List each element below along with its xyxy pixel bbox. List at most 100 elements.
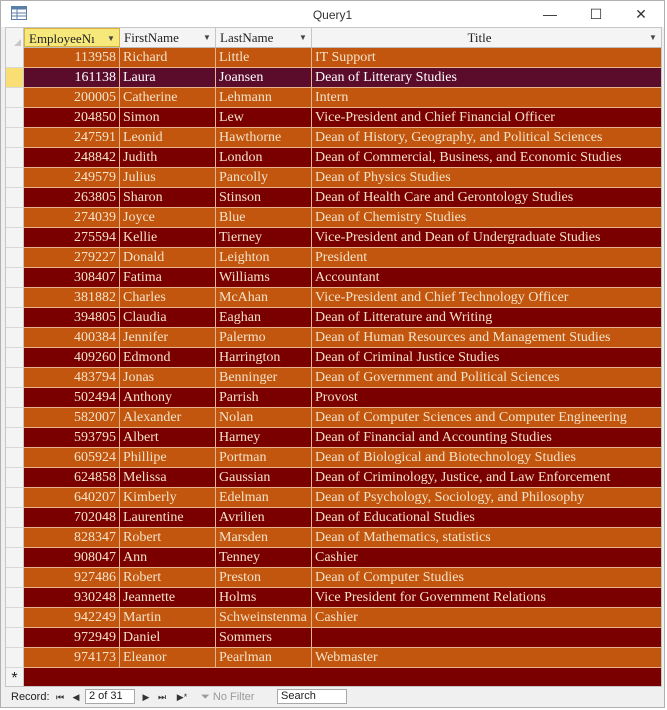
- dropdown-arrow-icon[interactable]: ▼: [298, 28, 308, 47]
- filter-toggle[interactable]: ⏷ No Filter: [201, 691, 254, 704]
- table-row[interactable]: 247591 Leonid Hawthorne Dean of History, Ge…: [6, 128, 661, 148]
- first-name-cell[interactable]: Simon: [120, 108, 216, 128]
- last-name-cell[interactable]: Joansen: [216, 68, 312, 88]
- last-name-cell[interactable]: Williams: [216, 268, 312, 288]
- table-row[interactable]: 640207 Kimberly Edelman Dean of Psychology,…: [6, 488, 661, 508]
- table-row[interactable]: 200005 Catherine Lehmann Intern: [6, 88, 661, 108]
- last-name-cell[interactable]: Portman: [216, 448, 312, 468]
- first-name-cell[interactable]: Fatima: [120, 268, 216, 288]
- row-selector[interactable]: [6, 228, 24, 248]
- first-name-cell[interactable]: Edmond: [120, 348, 216, 368]
- row-selector[interactable]: [6, 508, 24, 528]
- employee-number-cell[interactable]: 702048: [24, 508, 120, 528]
- employee-number-cell[interactable]: 942249: [24, 608, 120, 628]
- table-row[interactable]: 248842 Judith London Dean of Commercial, Bu…: [6, 148, 661, 168]
- employee-number-cell[interactable]: 502494: [24, 388, 120, 408]
- title-cell[interactable]: Cashier: [312, 548, 661, 568]
- first-name-cell[interactable]: Leonid: [120, 128, 216, 148]
- row-selector[interactable]: [6, 208, 24, 228]
- title-cell[interactable]: Webmaster: [312, 648, 661, 668]
- first-name-cell[interactable]: Kimberly: [120, 488, 216, 508]
- first-name-cell[interactable]: Jennifer: [120, 328, 216, 348]
- new-record-icon[interactable]: ▶*: [171, 690, 193, 704]
- row-selector[interactable]: [6, 428, 24, 448]
- row-selector[interactable]: [6, 148, 24, 168]
- maximize-button[interactable]: ☐: [573, 1, 619, 27]
- table-row[interactable]: 930248 Jeannette Holms Vice President for G…: [6, 588, 661, 608]
- title-cell[interactable]: Cashier: [312, 608, 661, 628]
- first-name-cell[interactable]: Catherine: [120, 88, 216, 108]
- employee-number-cell[interactable]: 908047: [24, 548, 120, 568]
- previous-record-icon[interactable]: ◀: [69, 690, 83, 704]
- row-selector[interactable]: [6, 88, 24, 108]
- select-all-corner[interactable]: [6, 28, 24, 48]
- last-name-cell[interactable]: Leighton: [216, 248, 312, 268]
- title-cell[interactable]: Dean of Mathematics, statistics: [312, 528, 661, 548]
- new-record-marker[interactable]: *: [6, 668, 24, 686]
- first-name-cell[interactable]: Albert: [120, 428, 216, 448]
- title-cell[interactable]: Vice President for Government Relations: [312, 588, 661, 608]
- title-cell[interactable]: Dean of History, Geography, and Politica…: [312, 128, 661, 148]
- table-row[interactable]: 161138 Laura Joansen Dean of Litterary Stud…: [6, 68, 661, 88]
- title-cell[interactable]: Dean of Financial and Accounting Studies: [312, 428, 661, 448]
- first-name-cell[interactable]: Robert: [120, 528, 216, 548]
- first-name-cell[interactable]: Robert: [120, 568, 216, 588]
- title-cell[interactable]: President: [312, 248, 661, 268]
- last-name-cell[interactable]: Harney: [216, 428, 312, 448]
- close-button[interactable]: ✕: [618, 1, 664, 27]
- title-cell[interactable]: Dean of Criminology, Justice, and Law En…: [312, 468, 661, 488]
- title-cell[interactable]: Dean of Physics Studies: [312, 168, 661, 188]
- employee-number-cell[interactable]: 200005: [24, 88, 120, 108]
- employee-number-cell[interactable]: 308407: [24, 268, 120, 288]
- employee-number-cell[interactable]: 582007: [24, 408, 120, 428]
- last-name-cell[interactable]: Nolan: [216, 408, 312, 428]
- first-name-cell[interactable]: Laura: [120, 68, 216, 88]
- row-selector[interactable]: [6, 268, 24, 288]
- row-selector[interactable]: [6, 628, 24, 648]
- employee-number-cell[interactable]: 640207: [24, 488, 120, 508]
- first-name-cell[interactable]: Claudia: [120, 308, 216, 328]
- current-record-field[interactable]: 2 of 31: [85, 689, 135, 704]
- last-name-cell[interactable]: Edelman: [216, 488, 312, 508]
- table-row[interactable]: 972949 Daniel Sommers: [6, 628, 661, 648]
- first-name-cell[interactable]: Joyce: [120, 208, 216, 228]
- first-name-cell[interactable]: Judith: [120, 148, 216, 168]
- row-selector[interactable]: [6, 168, 24, 188]
- last-name-cell[interactable]: Pancolly: [216, 168, 312, 188]
- title-cell[interactable]: Dean of Educational Studies: [312, 508, 661, 528]
- title-cell[interactable]: Vice-President and Chief Technology Offi…: [312, 288, 661, 308]
- first-name-cell[interactable]: Sharon: [120, 188, 216, 208]
- first-name-cell[interactable]: Julius: [120, 168, 216, 188]
- table-row[interactable]: 942249 Martin Schweinstenma Cashier: [6, 608, 661, 628]
- row-selector[interactable]: [6, 588, 24, 608]
- table-row[interactable]: 605924 Phillipe Portman Dean of Biological …: [6, 448, 661, 468]
- first-name-cell[interactable]: Charles: [120, 288, 216, 308]
- title-cell[interactable]: Dean of Computer Studies: [312, 568, 661, 588]
- first-name-cell[interactable]: Anthony: [120, 388, 216, 408]
- last-name-cell[interactable]: Eaghan: [216, 308, 312, 328]
- employee-number-cell[interactable]: 204850: [24, 108, 120, 128]
- new-record-row[interactable]: [24, 668, 661, 686]
- last-name-cell[interactable]: Parrish: [216, 388, 312, 408]
- row-selector[interactable]: [6, 568, 24, 588]
- last-name-cell[interactable]: Benninger: [216, 368, 312, 388]
- last-name-cell[interactable]: Gaussian: [216, 468, 312, 488]
- table-row[interactable]: 204850 Simon Lew Vice-President and Chief F…: [6, 108, 661, 128]
- first-name-cell[interactable]: Ann: [120, 548, 216, 568]
- title-cell[interactable]: Dean of Computer Sciences and Computer E…: [312, 408, 661, 428]
- table-row[interactable]: 483794 Jonas Benninger Dean of Government a…: [6, 368, 661, 388]
- employee-number-cell[interactable]: 593795: [24, 428, 120, 448]
- first-name-cell[interactable]: Alexander: [120, 408, 216, 428]
- title-cell[interactable]: Dean of Chemistry Studies: [312, 208, 661, 228]
- first-name-cell[interactable]: Kellie: [120, 228, 216, 248]
- first-name-cell[interactable]: Richard: [120, 48, 216, 68]
- employee-number-cell[interactable]: 394805: [24, 308, 120, 328]
- table-row[interactable]: 828347 Robert Marsden Dean of Mathematics, …: [6, 528, 661, 548]
- title-cell[interactable]: Dean of Health Care and Gerontology Stud…: [312, 188, 661, 208]
- title-cell[interactable]: [312, 628, 661, 648]
- first-name-cell[interactable]: Jeannette: [120, 588, 216, 608]
- last-name-cell[interactable]: Lehmann: [216, 88, 312, 108]
- row-selector[interactable]: [6, 128, 24, 148]
- row-selector[interactable]: [6, 448, 24, 468]
- last-name-cell[interactable]: Harrington: [216, 348, 312, 368]
